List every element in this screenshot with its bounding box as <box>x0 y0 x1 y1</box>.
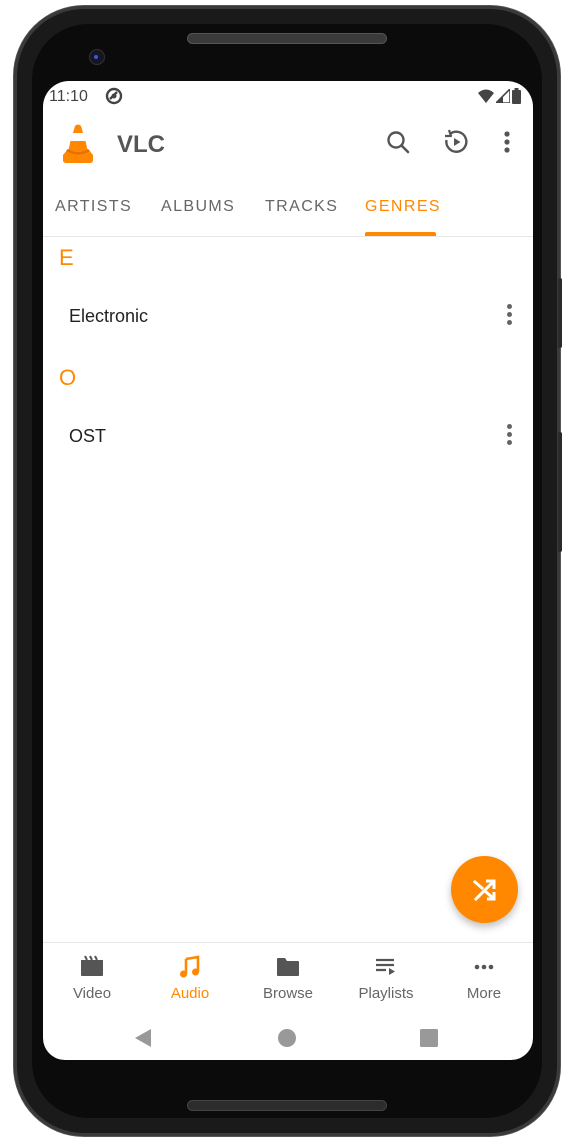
history-play-icon[interactable] <box>442 128 470 156</box>
shuffle-fab-button[interactable] <box>451 856 518 923</box>
nav-label: Audio <box>170 985 210 1002</box>
section-header-e: E <box>59 245 74 270</box>
back-icon[interactable] <box>133 1028 153 1048</box>
home-icon[interactable] <box>277 1028 297 1048</box>
sync-icon <box>105 87 123 105</box>
section-header-o: O <box>59 365 77 390</box>
vlc-cone-icon <box>63 124 93 163</box>
more-vert-icon[interactable] <box>505 304 513 328</box>
nav-label: More <box>466 985 502 1002</box>
shuffle-icon <box>472 879 495 901</box>
bottom-speaker <box>187 1100 387 1111</box>
front-camera <box>89 49 105 65</box>
system-navigation-bar <box>43 1016 533 1060</box>
battery-icon <box>512 88 521 104</box>
app-title: VLC <box>117 131 165 158</box>
nav-label: Video <box>72 985 112 1002</box>
device-screen: 11:10 VLC ARTISTS ALBUMS TRACKS GENRES E… <box>43 81 533 1060</box>
power-button <box>558 278 562 348</box>
wifi-icon <box>478 89 494 103</box>
app-bar: VLC <box>43 111 533 177</box>
genre-name: Electronic <box>69 306 149 326</box>
playlist-play-icon <box>376 958 395 975</box>
status-icons <box>478 87 521 105</box>
genre-name: OST <box>69 426 107 446</box>
bottom-navigation: Video Audio Browse Playlists More <box>43 942 533 1015</box>
nav-more[interactable]: More <box>435 943 533 1015</box>
list-item-genre[interactable]: OST <box>43 408 533 464</box>
list-item-genre[interactable]: Electronic <box>43 288 533 344</box>
movie-clapper-icon <box>81 955 103 976</box>
nav-playlists[interactable]: Playlists <box>337 943 435 1015</box>
active-tab-indicator <box>365 232 436 236</box>
more-vert-icon[interactable] <box>493 128 521 156</box>
nav-label: Playlists <box>358 985 414 1002</box>
search-icon[interactable] <box>384 128 412 156</box>
nav-label: Browse <box>262 985 314 1002</box>
nav-browse[interactable]: Browse <box>239 943 337 1015</box>
tab-artists[interactable]: ARTISTS <box>55 198 132 216</box>
status-bar: 11:10 <box>43 81 533 111</box>
tab-bar: ARTISTS ALBUMS TRACKS GENRES <box>43 181 533 237</box>
more-vert-icon[interactable] <box>505 424 513 448</box>
folder-icon <box>277 958 299 976</box>
nav-video[interactable]: Video <box>43 943 141 1015</box>
music-note-icon <box>180 955 200 978</box>
status-time: 11:10 <box>49 88 88 105</box>
earpiece-speaker <box>187 33 387 44</box>
cell-signal-icon <box>496 89 510 103</box>
more-horiz-icon <box>474 964 494 970</box>
nav-audio[interactable]: Audio <box>141 943 239 1015</box>
recents-icon[interactable] <box>419 1028 439 1048</box>
tab-albums[interactable]: ALBUMS <box>161 198 235 216</box>
tab-genres[interactable]: GENRES <box>365 198 441 216</box>
tab-tracks[interactable]: TRACKS <box>265 198 338 216</box>
volume-button <box>558 432 562 552</box>
